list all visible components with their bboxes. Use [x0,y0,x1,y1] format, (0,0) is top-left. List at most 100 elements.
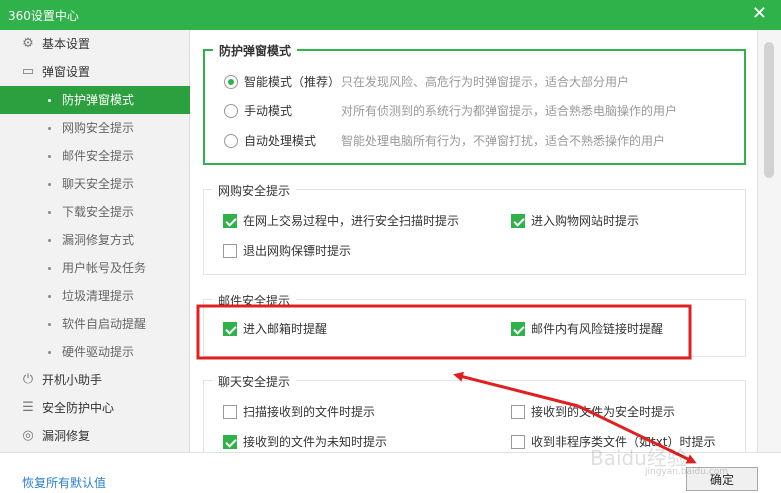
radio-button[interactable] [224,134,238,148]
checkbox[interactable] [223,322,237,336]
option-label: 智能模式（推荐） [244,75,341,89]
option-description: 只在发现风险、高危行为时弹窗提示，适合大部分用户 [341,75,630,89]
settings-content: 防护弹窗模式 智能模式（推荐） 只在发现风险、高危行为时弹窗提示，适合大部分用户… [190,30,757,452]
group-title: 聊天安全提示 [212,373,297,390]
sidebar-item-label: 邮件安全提示 [62,149,135,163]
option-label: 邮件内有风险链接时提醒 [531,322,664,336]
checkbox-mail-risk-link[interactable]: 邮件内有风险链接时提醒 [511,320,711,338]
radio-manual-mode[interactable]: 手动模式 对所有侦测到的系统行为都弹窗提示，适合熟悉电脑操作的用户 [224,102,734,120]
sidebar-subitem-mail[interactable]: 邮件安全提示 [0,142,190,170]
bullet [48,155,51,158]
checkbox[interactable] [223,435,237,449]
option-label: 自动处理模式 [244,134,317,148]
option-description: 对所有侦测到的系统行为都弹窗提示，适合熟悉电脑操作的用户 [341,104,678,118]
bullet [48,127,51,130]
checkbox[interactable] [511,214,525,228]
sidebar-item-basic-settings[interactable]: ⚙ 基本设置 [0,30,190,58]
shopping-safety-group: 网购安全提示 在网上交易过程中，进行安全扫描时提示 进入购物网站时提示 退出网购… [203,182,746,275]
chat-safety-group: 聊天安全提示 扫描接收到的文件时提示 接收到的文件为安全时提示 接收到的文件为未… [203,373,746,452]
checkbox[interactable] [511,405,525,419]
gear-icon: ⚙ [22,36,34,51]
option-label: 进入邮箱时提醒 [243,322,328,336]
sidebar-subitem-download[interactable]: 下载安全提示 [0,198,190,226]
sidebar-item-label: 聊天安全提示 [62,177,135,191]
repair-icon: ◎ [22,428,34,443]
sidebar-subitem-shopping[interactable]: 网购安全提示 [0,114,190,142]
checkbox-file-unknown[interactable]: 接收到的文件为未知时提示 [223,433,463,451]
group-title: 邮件安全提示 [212,292,297,309]
radio-auto-mode[interactable]: 自动处理模式 智能处理电脑所有行为，不弹窗打扰，适合不熟悉操作的用户 [224,132,734,150]
option-label: 接收到的文件为安全时提示 [531,405,676,419]
option-label: 接收到的文件为未知时提示 [243,435,388,449]
scrollbar-thumb[interactable] [764,42,774,178]
window-title: 360设置中心 [8,9,79,23]
checkbox[interactable] [511,435,525,449]
title-bar: 360设置中心 ✕ [0,0,781,30]
restore-defaults-link[interactable]: 恢复所有默认值 [22,474,106,491]
sidebar-item-security-center[interactable]: ☰ 安全防护中心 [0,394,190,422]
sidebar-item-label: 漏洞修复方式 [62,233,135,247]
checkbox[interactable] [223,244,237,258]
checkbox[interactable] [223,405,237,419]
group-title: 网购安全提示 [212,182,297,199]
checkbox-file-safe[interactable]: 接收到的文件为安全时提示 [511,403,741,421]
bullet [48,323,51,326]
bullet [48,295,51,298]
bullet [48,239,51,242]
sidebar-item-vuln-repair[interactable]: ◎ 漏洞修复 [0,422,190,450]
sidebar-item-label: 开机小助手 [42,373,103,387]
sidebar-item-boot-assistant[interactable]: ⏻ 开机小助手 [0,366,190,394]
radio-button[interactable] [224,104,238,118]
sidebar-subitem-cleanup[interactable]: 垃圾清理提示 [0,282,190,310]
sidebar-item-popup-settings[interactable]: ▭ 弹窗设置 [0,58,190,86]
sidebar-item-label: 网购安全提示 [62,121,135,135]
option-label: 进入购物网站时提示 [531,214,640,228]
sidebar-item-label: 垃圾清理提示 [62,289,135,303]
sidebar: ⚙ 基本设置 ▭ 弹窗设置 防护弹窗模式 网购安全提示 邮件安全提示 聊天安全提… [0,30,190,452]
sidebar-subitem-chat[interactable]: 聊天安全提示 [0,170,190,198]
checkbox[interactable] [223,214,237,228]
sidebar-subitem-autostart[interactable]: 软件自启动提醒 [0,310,190,338]
radio-smart-mode[interactable]: 智能模式（推荐） 只在发现风险、高危行为时弹窗提示，适合大部分用户 [224,73,734,91]
option-label: 在网上交易过程中，进行安全扫描时提示 [243,214,460,228]
option-label: 退出网购保镖时提示 [243,244,352,258]
sidebar-item-label: 弹窗设置 [42,65,91,79]
sidebar-item-label: 用户帐号及任务 [62,261,147,275]
sidebar-subitem-popup-mode[interactable]: 防护弹窗模式 [0,86,190,114]
option-description: 智能处理电脑所有行为，不弹窗打扰，适合不熟悉操作的用户 [341,134,666,148]
checkbox-non-program-file[interactable]: 收到非程序类文件（如txt）时提示 [511,433,741,451]
power-icon: ⏻ [22,372,34,387]
sidebar-item-label: 基本设置 [42,37,91,51]
shield-list-icon: ☰ [22,400,34,415]
footer-bar: 恢复所有默认值 确定 [0,452,781,493]
checkbox-exit-shop-guard[interactable]: 退出网购保镖时提示 [223,242,423,260]
option-label: 扫描接收到的文件时提示 [243,405,376,419]
window-icon: ▭ [21,64,35,79]
bullet [48,99,51,102]
sidebar-item-label: 漏洞修复 [42,429,91,443]
checkbox-enter-shop-site[interactable]: 进入购物网站时提示 [511,212,711,230]
sidebar-item-label: 软件自启动提醒 [62,317,147,331]
popup-mode-group: 防护弹窗模式 智能模式（推荐） 只在发现风险、高危行为时弹窗提示，适合大部分用户… [203,42,746,165]
sidebar-item-label: 硬件驱动提示 [62,345,135,359]
sidebar-subitem-vuln-repair-mode[interactable]: 漏洞修复方式 [0,226,190,254]
checkbox-enter-mailbox[interactable]: 进入邮箱时提醒 [223,320,423,338]
option-label: 手动模式 [244,104,293,118]
checkbox[interactable] [511,322,525,336]
bullet [48,211,51,214]
checkbox-trade-scan[interactable]: 在网上交易过程中，进行安全扫描时提示 [223,212,503,230]
radio-button[interactable] [224,75,238,89]
checkbox-scan-received-file[interactable]: 扫描接收到的文件时提示 [223,403,463,421]
sidebar-item-label: 安全防护中心 [42,401,115,415]
mail-safety-group: 邮件安全提示 进入邮箱时提醒 邮件内有风险链接时提醒 [203,292,746,357]
bullet [48,351,51,354]
close-icon[interactable]: ✕ [752,4,767,24]
bullet [48,183,51,186]
content-scrollbar[interactable] [757,30,781,452]
sidebar-item-label: 防护弹窗模式 [62,93,135,107]
bullet [48,267,51,270]
sidebar-subitem-drivers[interactable]: 硬件驱动提示 [0,338,190,366]
sidebar-subitem-accounts-tasks[interactable]: 用户帐号及任务 [0,254,190,282]
option-label: 收到非程序类文件（如txt）时提示 [531,435,716,449]
ok-button[interactable]: 确定 [686,467,758,491]
